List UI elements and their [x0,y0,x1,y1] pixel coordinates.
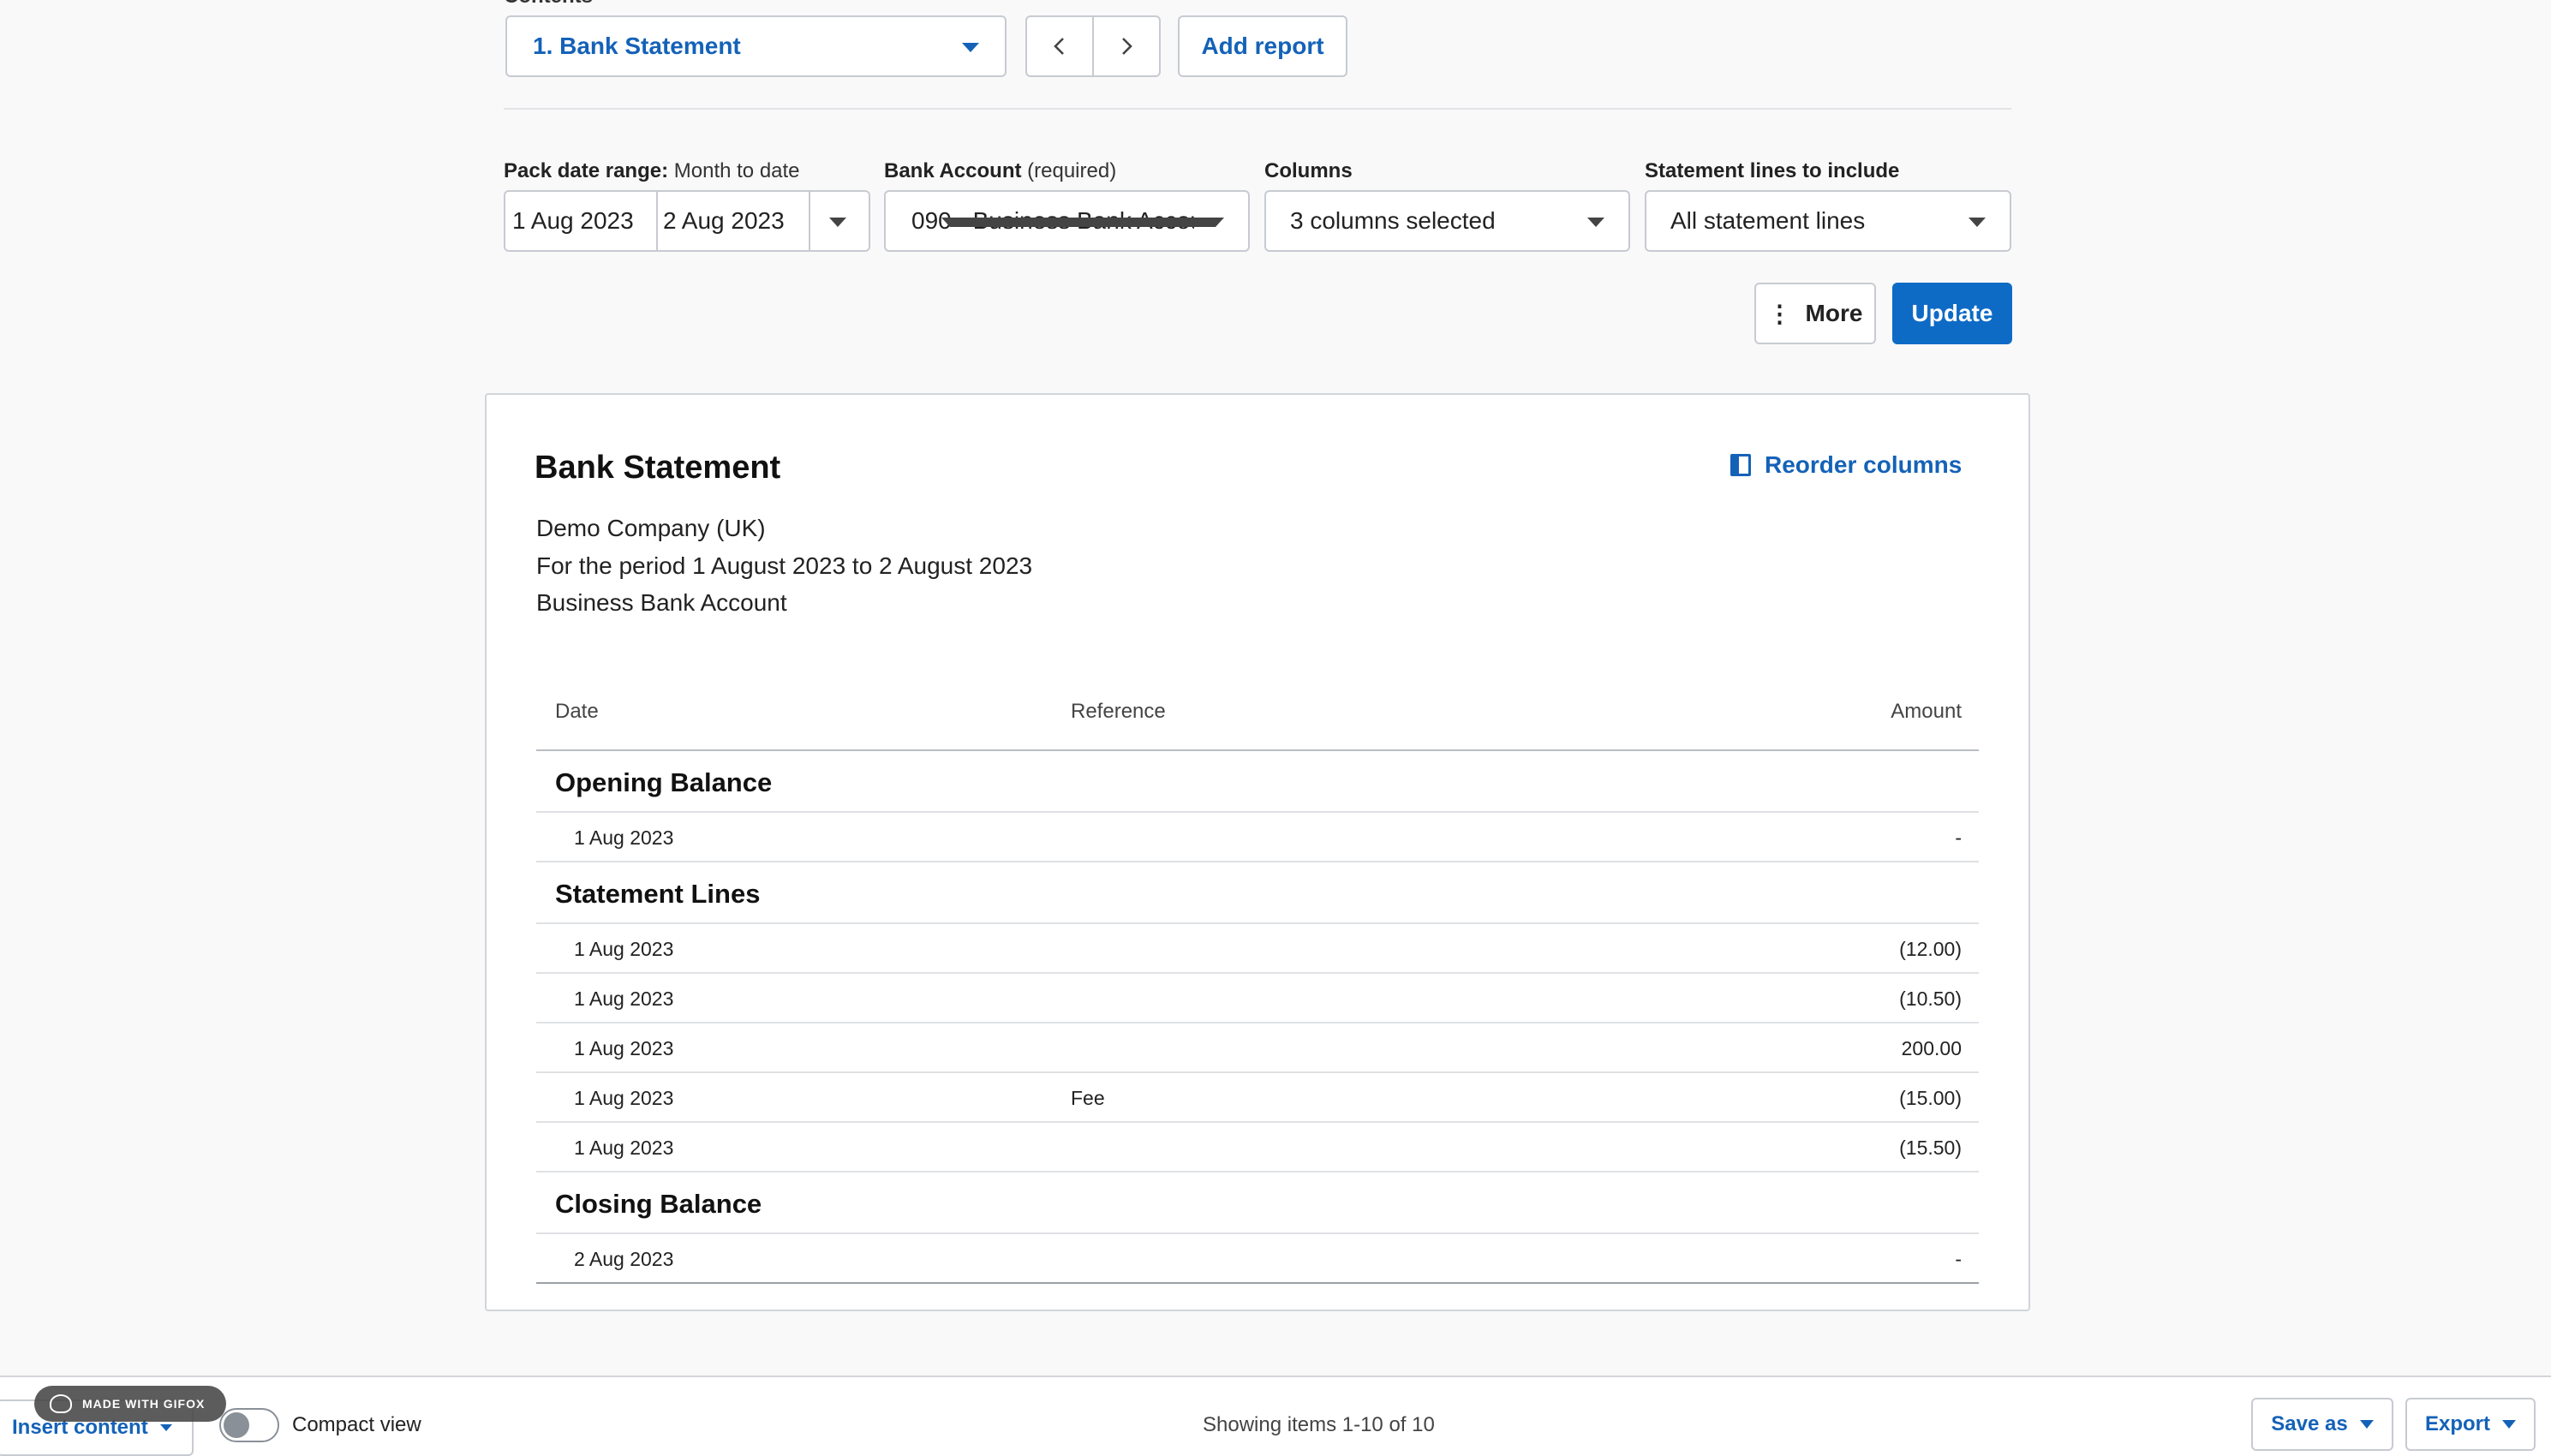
row-date: 1 Aug 2023 [574,826,674,849]
row-date: 1 Aug 2023 [574,938,674,960]
export-button[interactable]: Export [2405,1398,2536,1451]
row-date: 1 Aug 2023 [574,1087,674,1109]
statement-table: Date Reference Amount Opening Balance 1 … [536,671,1979,1284]
row-amount: (12.00) [1899,938,1962,960]
statement-lines-title: Statement lines to include [1645,159,1900,182]
save-as-button[interactable]: Save as [2251,1398,2393,1451]
bank-account-label: Bank Account (required) [884,159,1116,183]
row-amount: (15.00) [1899,1087,1962,1109]
contents-label: Contents [504,0,593,9]
table-row: 1 Aug 2023 (12.00) [536,924,1979,974]
save-as-label: Save as [2271,1412,2348,1435]
watermark-text: MADE WITH GIFOX [82,1397,206,1411]
company-name: Demo Company (UK) [536,515,766,541]
report-period: For the period 1 August 2023 to 2 August… [536,552,1033,579]
chevron-down-icon [2502,1420,2516,1429]
table-row: 1 Aug 2023 Fee (15.00) [536,1073,1979,1123]
columns-title: Columns [1264,159,1353,182]
more-vertical-icon: ⋮ [1767,300,1792,327]
bank-account-title: Bank Account [884,159,1022,182]
row-amount: (15.50) [1899,1137,1962,1159]
report-card: Bank Statement Reorder columns Demo Comp… [485,393,2030,1311]
previous-report-button[interactable] [1027,17,1092,75]
section-title: Closing Balance [555,1189,762,1219]
divider [504,108,2011,110]
row-amount: - [1955,1248,1962,1270]
columns-label: Columns [1264,159,1353,183]
statement-lines-label: Statement lines to include [1645,159,1899,183]
chevron-down-icon [159,1424,172,1431]
reorder-columns-label: Reorder columns [1765,451,1963,478]
chevron-down-icon [2359,1420,2374,1429]
account-name: Business Bank Account [536,589,787,616]
end-date-input[interactable]: 2 Aug 2023 [658,192,810,250]
table-row: 1 Aug 2023 (10.50) [536,974,1979,1023]
chevron-down-icon [1969,218,1986,227]
chevron-down-icon [829,218,846,227]
row-amount: (10.50) [1899,988,1962,1010]
table-row: 1 Aug 2023 - [536,813,1979,862]
table-row: 1 Aug 2023 (15.50) [536,1123,1979,1173]
pagination-status: Showing items 1-10 of 10 [1203,1413,1435,1436]
statement-lines-value: All statement lines [1670,207,1866,234]
gifox-watermark: MADE WITH GIFOX [34,1386,226,1422]
pack-date-range-title: Pack date range: [504,159,669,182]
compact-view-toggle[interactable] [219,1408,279,1442]
section-title: Opening Balance [555,767,773,797]
pack-date-range-value: Month to date [673,159,800,182]
section-statement-lines: Statement Lines [536,862,1979,924]
report-select[interactable]: 1. Bank Statement [505,15,1007,77]
export-label: Export [2424,1412,2490,1435]
add-report-button[interactable]: Add report [1178,15,1347,77]
toggle-knob [224,1412,249,1438]
row-date: 2 Aug 2023 [574,1248,674,1270]
column-header-amount[interactable]: Amount [1891,700,1962,724]
columns-icon [1730,454,1751,476]
date-range-dropdown[interactable] [810,192,869,250]
more-button[interactable]: ⋮ More [1754,283,1876,344]
report-select-value: 1. Bank Statement [533,33,741,59]
column-header-date[interactable]: Date [555,700,599,724]
section-title: Statement Lines [555,879,761,909]
chevron-right-icon [1122,38,1132,55]
chevron-down-icon [1587,218,1604,227]
section-opening-balance: Opening Balance [536,751,1979,813]
report-nav [1025,15,1161,77]
fox-icon [50,1394,72,1413]
row-amount: 200.00 [1901,1037,1962,1059]
next-report-button[interactable] [1092,17,1159,75]
bottom-toolbar: Insert content Compact view Showing item… [0,1375,2551,1456]
chevron-down-icon [941,218,1224,227]
statement-lines-select[interactable]: All statement lines [1645,190,2011,252]
chevron-down-icon [962,43,979,52]
compact-view-label: Compact view [292,1413,421,1436]
row-date: 1 Aug 2023 [574,1137,674,1159]
bank-account-select[interactable]: 090 - Business Bank Account [884,190,1250,252]
column-header-reference[interactable]: Reference [1071,700,1166,724]
row-date: 1 Aug 2023 [574,1037,674,1059]
row-reference: Fee [1071,1087,1105,1109]
reorder-columns-button[interactable]: Reorder columns [1730,451,1962,479]
report-title: Bank Statement [535,450,781,486]
chevron-left-icon [1054,38,1064,55]
update-button[interactable]: Update [1892,283,2012,344]
columns-value: 3 columns selected [1290,207,1496,234]
more-label: More [1805,300,1863,326]
table-header: Date Reference Amount [536,671,1979,751]
columns-select[interactable]: 3 columns selected [1264,190,1630,252]
bank-account-required: (required) [1027,159,1117,182]
table-row: 1 Aug 2023 200.00 [536,1023,1979,1073]
row-date: 1 Aug 2023 [574,988,674,1010]
table-row: 2 Aug 2023 - [536,1234,1979,1284]
section-closing-balance: Closing Balance [536,1173,1979,1234]
start-date-input[interactable]: 1 Aug 2023 [505,192,658,250]
date-range-picker: 1 Aug 2023 2 Aug 2023 [504,190,870,252]
pack-date-range-label: Pack date range: Month to date [504,159,800,183]
row-amount: - [1955,826,1962,849]
